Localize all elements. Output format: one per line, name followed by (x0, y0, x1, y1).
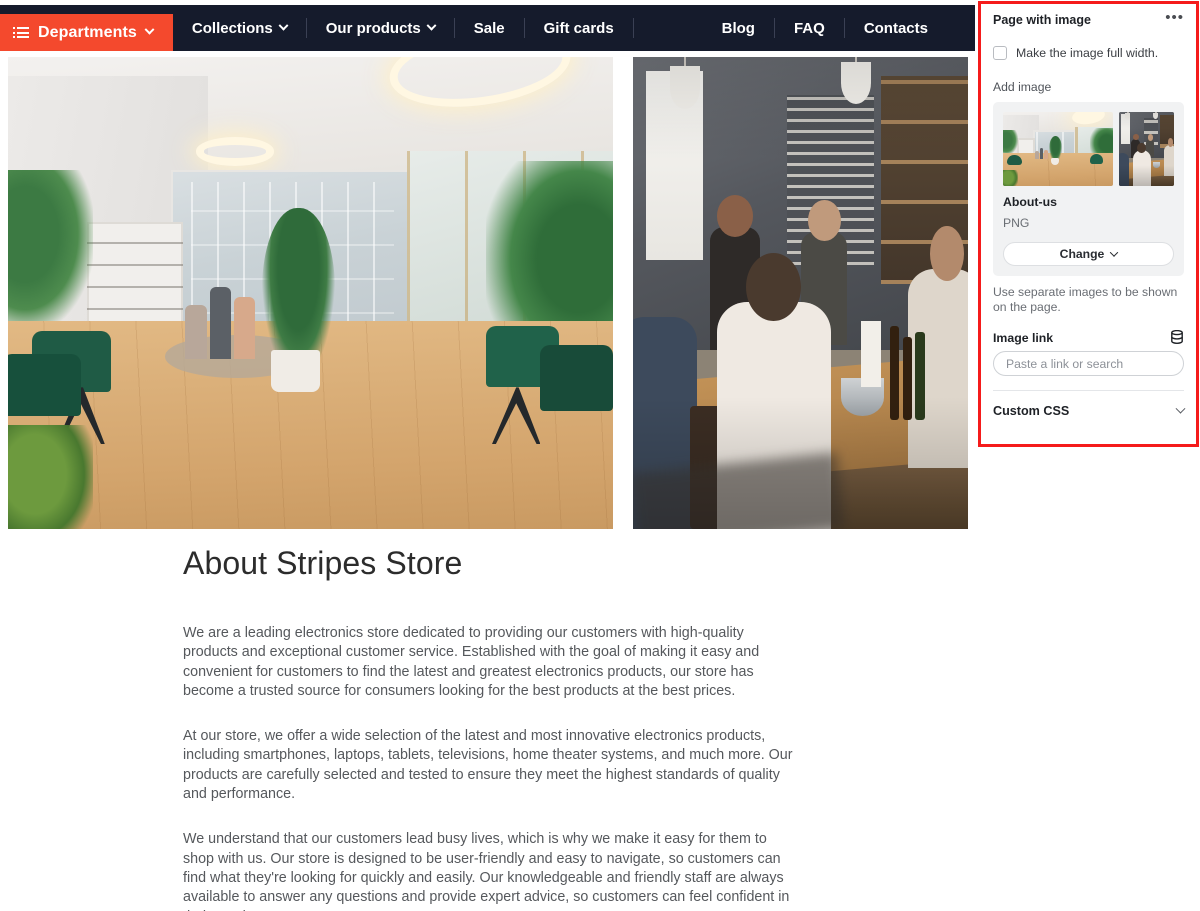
nav-item-blog[interactable]: Blog (703, 5, 774, 51)
nav-left-group: Departments Collections Our products Sal… (0, 5, 634, 51)
panel-title: Page with image (993, 13, 1091, 27)
chevron-down-icon (1110, 248, 1119, 257)
page-with-image-settings-panel: Page with image ••• Make the image full … (978, 1, 1199, 447)
nav-item-label: Our products (325, 19, 421, 37)
full-width-checkbox[interactable] (993, 46, 1007, 60)
hero-image-left[interactable] (8, 57, 613, 529)
article-paragraph: We are a leading electronics store dedic… (183, 625, 760, 699)
nav-item-label: FAQ (793, 19, 825, 37)
cafe-group-thumb-illustration (1118, 112, 1174, 186)
add-image-helper-text: Use separate images to be shown on the p… (993, 285, 1178, 314)
nav-item-faq[interactable]: FAQ (775, 5, 844, 51)
storefront-navbar: Departments Collections Our products Sal… (0, 5, 975, 51)
nav-right-group: Blog FAQ Contacts (703, 5, 975, 51)
image-link-label: Image link (993, 330, 1054, 345)
nav-item-gift-cards[interactable]: Gift cards (525, 5, 633, 51)
chevron-down-icon (1175, 403, 1186, 414)
article-paragraph: At our store, we offer a wide selection … (183, 728, 793, 803)
nav-item-sale[interactable]: Sale (455, 5, 524, 51)
list-icon (13, 27, 29, 38)
image-file-card: About-us PNG Change (993, 102, 1184, 276)
chevron-down-icon (144, 24, 155, 35)
full-width-checkbox-label: Make the image full width. (1016, 46, 1159, 60)
page-title: About Stripes Store (183, 545, 463, 581)
about-article: About Stripes Store We are a leading ele… (183, 545, 793, 911)
change-image-button[interactable]: Change (1003, 242, 1174, 266)
cafe-group-illustration (633, 57, 968, 529)
image-file-type: PNG (1003, 216, 1030, 230)
panel-divider (993, 390, 1184, 391)
store-interior-illustration (8, 57, 613, 529)
departments-button[interactable]: Departments (0, 14, 173, 51)
nav-item-label: Sale (473, 19, 505, 37)
departments-label: Departments (38, 23, 137, 41)
nav-item-label: Collections (191, 19, 273, 37)
custom-css-accordion[interactable]: Custom CSS (993, 403, 1186, 418)
image-thumbnails (1003, 112, 1174, 186)
nav-item-contacts[interactable]: Contacts (845, 5, 947, 51)
chevron-down-icon (426, 20, 437, 31)
image-file-name: About-us (1003, 195, 1057, 209)
nav-item-collections[interactable]: Collections (173, 5, 306, 51)
chevron-down-icon (278, 20, 289, 31)
hero-image-right[interactable] (633, 57, 968, 529)
custom-css-label: Custom CSS (993, 404, 1070, 418)
image-thumbnail-left[interactable] (1003, 112, 1113, 186)
nav-item-label: Contacts (863, 19, 928, 37)
image-link-input[interactable] (993, 351, 1184, 376)
database-icon[interactable] (1170, 329, 1184, 345)
overflow-menu-icon[interactable]: ••• (1165, 10, 1184, 25)
store-interior-thumb-illustration (1003, 112, 1113, 186)
change-image-label: Change (1059, 247, 1105, 261)
app-root: Departments Collections Our products Sal… (0, 0, 1200, 911)
panel-header: Page with image ••• (993, 10, 1184, 27)
article-paragraph: We understand that our customers lead bu… (183, 831, 790, 911)
image-thumbnail-right[interactable] (1118, 112, 1174, 186)
nav-item-label: Blog (721, 19, 755, 37)
nav-item-our-products[interactable]: Our products (307, 5, 454, 51)
image-link-row: Image link (993, 329, 1184, 345)
nav-item-label: Gift cards (543, 19, 614, 37)
add-image-label: Add image (993, 80, 1052, 94)
full-width-checkbox-row[interactable]: Make the image full width. (993, 46, 1184, 60)
nav-divider (632, 18, 634, 38)
